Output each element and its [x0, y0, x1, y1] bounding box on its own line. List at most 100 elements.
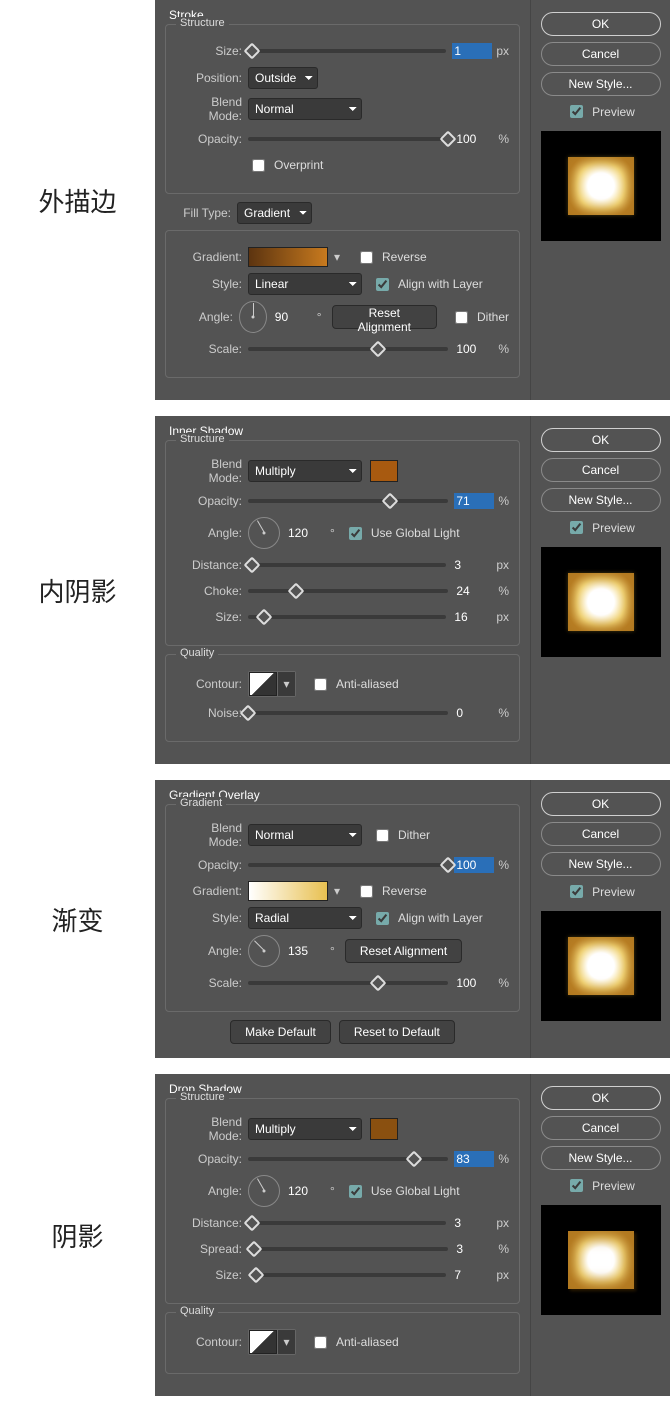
preview-checkbox[interactable]: Preview [531, 1176, 670, 1195]
opacity-input[interactable] [454, 1151, 494, 1167]
contour-label: Contour: [176, 677, 248, 691]
distance-slider[interactable] [248, 1221, 446, 1225]
style-select[interactable]: Linear [248, 273, 362, 295]
gradient-label: Gradient: [176, 884, 248, 898]
noise-label: Noise: [176, 706, 248, 720]
ok-button[interactable]: OK [541, 1086, 661, 1110]
opacity-label: Opacity: [176, 494, 248, 508]
angle-dial[interactable] [248, 935, 280, 967]
gradient-fieldset: Gradient: ▾ Reverse Style: Linear Align … [165, 230, 520, 378]
angle-label: Angle: [176, 310, 239, 324]
blendmode-select[interactable]: Multiply [248, 460, 362, 482]
angle-input[interactable] [273, 309, 313, 325]
cancel-button[interactable]: Cancel [541, 1116, 661, 1140]
global-light-checkbox[interactable]: Use Global Light [345, 524, 460, 543]
newstyle-button[interactable]: New Style... [541, 1146, 661, 1170]
newstyle-button[interactable]: New Style... [541, 852, 661, 876]
global-light-checkbox[interactable]: Use Global Light [345, 1182, 460, 1201]
preview-box [541, 131, 661, 241]
gradient-swatch[interactable] [248, 881, 328, 901]
opacity-slider[interactable] [248, 863, 448, 867]
make-default-button[interactable]: Make Default [230, 1020, 331, 1044]
align-checkbox[interactable]: Align with Layer [372, 275, 483, 294]
choke-slider[interactable] [248, 589, 448, 593]
distance-input[interactable] [452, 557, 492, 573]
cancel-button[interactable]: Cancel [541, 458, 661, 482]
overprint-checkbox[interactable]: Overprint [248, 156, 323, 175]
reset-alignment-button[interactable]: Reset Alignment [332, 305, 437, 329]
angle-label: Angle: [176, 1184, 248, 1198]
opacity-slider[interactable] [248, 499, 448, 503]
opacity-input[interactable] [454, 131, 494, 147]
angle-input[interactable] [286, 1183, 326, 1199]
reverse-checkbox[interactable]: Reverse [356, 882, 427, 901]
ok-button[interactable]: OK [541, 428, 661, 452]
blendmode-select[interactable]: Normal [248, 98, 362, 120]
color-swatch[interactable] [370, 460, 398, 482]
cancel-button[interactable]: Cancel [541, 42, 661, 66]
angle-dial[interactable] [239, 301, 267, 333]
noise-slider[interactable] [248, 711, 448, 715]
blendmode-label: Blend Mode: [176, 457, 248, 485]
preview-checkbox[interactable]: Preview [531, 102, 670, 121]
opacity-input[interactable] [454, 857, 494, 873]
preview-checkbox[interactable]: Preview [531, 518, 670, 537]
chevron-down-icon[interactable]: ▾ [328, 250, 346, 264]
spread-input[interactable] [454, 1241, 494, 1257]
size-input[interactable] [452, 1267, 492, 1283]
size-input[interactable] [452, 609, 492, 625]
quality-fieldset: Quality Contour: ▾ Anti-aliased [165, 1312, 520, 1374]
ok-button[interactable]: OK [541, 12, 661, 36]
reset-default-button[interactable]: Reset to Default [339, 1020, 455, 1044]
scale-slider[interactable] [248, 347, 448, 351]
ok-button[interactable]: OK [541, 792, 661, 816]
antialiased-checkbox[interactable]: Anti-aliased [310, 675, 399, 694]
chevron-down-icon[interactable]: ▾ [328, 884, 346, 898]
chevron-down-icon[interactable]: ▾ [277, 672, 295, 696]
gradient-swatch[interactable] [248, 247, 328, 267]
dither-checkbox[interactable]: Dither [451, 308, 509, 327]
filltype-label: Fill Type: [165, 206, 237, 220]
size-input[interactable] [452, 43, 492, 59]
style-select[interactable]: Radial [248, 907, 362, 929]
opacity-label: Opacity: [176, 132, 248, 146]
align-checkbox[interactable]: Align with Layer [372, 909, 483, 928]
color-swatch[interactable] [370, 1118, 398, 1140]
distance-input[interactable] [452, 1215, 492, 1231]
scale-label: Scale: [176, 976, 248, 990]
angle-dial[interactable] [248, 1175, 280, 1207]
size-slider[interactable] [248, 49, 446, 53]
contour-picker[interactable]: ▾ [248, 1329, 296, 1355]
angle-input[interactable] [286, 525, 326, 541]
opacity-slider[interactable] [248, 1157, 448, 1161]
scale-slider[interactable] [248, 981, 448, 985]
position-select[interactable]: Outside [248, 67, 318, 89]
scale-input[interactable] [454, 975, 494, 991]
reset-alignment-button[interactable]: Reset Alignment [345, 939, 462, 963]
unit-deg: ° [317, 310, 322, 324]
opacity-slider[interactable] [248, 137, 448, 141]
size-slider[interactable] [248, 615, 446, 619]
contour-picker[interactable]: ▾ [248, 671, 296, 697]
reverse-checkbox[interactable]: Reverse [356, 248, 427, 267]
blendmode-select[interactable]: Multiply [248, 1118, 362, 1140]
antialiased-checkbox[interactable]: Anti-aliased [310, 1333, 399, 1352]
filltype-select[interactable]: Gradient [237, 202, 312, 224]
opacity-input[interactable] [454, 493, 494, 509]
choke-input[interactable] [454, 583, 494, 599]
scale-input[interactable] [454, 341, 494, 357]
spread-slider[interactable] [248, 1247, 448, 1251]
dither-checkbox[interactable]: Dither [372, 826, 430, 845]
chevron-down-icon[interactable]: ▾ [277, 1330, 295, 1354]
preview-checkbox[interactable]: Preview [531, 882, 670, 901]
angle-dial[interactable] [248, 517, 280, 549]
angle-input[interactable] [286, 943, 326, 959]
noise-input[interactable] [454, 705, 494, 721]
inner-shadow-block: 内阴影 Inner Shadow Structure Blend Mode: M… [0, 416, 670, 764]
size-slider[interactable] [248, 1273, 446, 1277]
distance-slider[interactable] [248, 563, 446, 567]
blendmode-select[interactable]: Normal [248, 824, 362, 846]
newstyle-button[interactable]: New Style... [541, 488, 661, 512]
newstyle-button[interactable]: New Style... [541, 72, 661, 96]
cancel-button[interactable]: Cancel [541, 822, 661, 846]
